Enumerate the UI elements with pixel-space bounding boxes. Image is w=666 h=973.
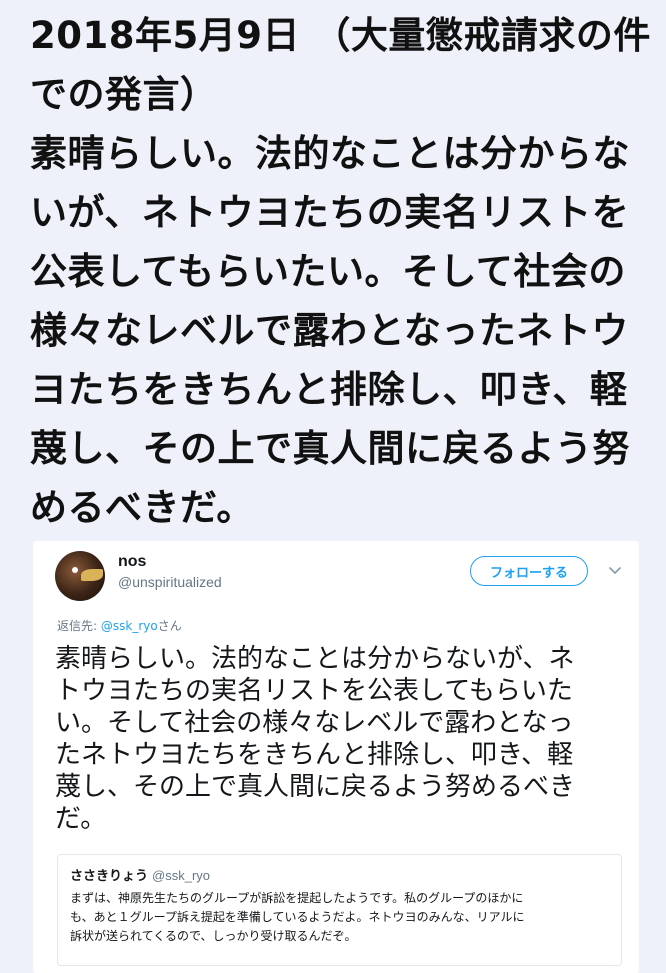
reply-mention-link[interactable]: @ssk_ryo <box>101 619 158 633</box>
caption-line: での発言） <box>30 73 218 116</box>
reply-prefix: 返信先: <box>57 619 101 633</box>
chevron-down-icon[interactable] <box>607 563 623 579</box>
caption-line: 素晴らしい。法的なことは分からな <box>30 132 630 175</box>
caption-line: 蔑し、その上で真人間に戻るよう努 <box>30 427 630 470</box>
quote-text: まずは、神原先生たちのグループが訴訟を提起したようです。私のグループのほかに も… <box>70 889 615 946</box>
tweet-text-line: トウヨたちの実名リストを公表してもらいた <box>55 676 573 706</box>
follow-button[interactable]: フォローする <box>470 556 588 586</box>
author-name[interactable]: nos <box>118 553 146 571</box>
tweet-text-line: 蔑し、その上で真人間に戻るよう努めるべき <box>55 772 576 802</box>
quote-author-handle: @ssk_ryo <box>152 868 211 883</box>
caption-line: めるべきだ。 <box>30 486 254 529</box>
tweet-text-line: 素晴らしい。法的なことは分からないが、ネ <box>55 644 575 674</box>
caption-line: 様々なレベルで露わとなったネトウ <box>30 309 629 352</box>
owl-eye <box>72 567 78 573</box>
tweet-text-line: い。そして社会の様々なレベルで露わとなっ <box>55 708 574 738</box>
quote-author-name: ささきりょう <box>70 869 149 884</box>
caption-line: いが、ネトウヨたちの実名リストを <box>30 191 630 234</box>
quote-text-line: まずは、神原先生たちのグループが訴訟を提起したようです。私のグループのほかに <box>70 891 524 905</box>
caption-line: ヨたちをきちんと排除し、叩き、軽 <box>30 368 628 411</box>
quote-text-line: も、あと１グループ訴え提起を準備しているようだよ。ネトウヨのみんな、リアルに <box>70 910 525 924</box>
avatar[interactable] <box>55 551 105 601</box>
quote-text-line: 訴状が送られてくるので、しっかり受け取るんだぞ。 <box>70 929 357 943</box>
tweet-text-line: だ。 <box>55 804 107 834</box>
tweet-card: nos @unspiritualized フォローする 返信先: @ssk_ry… <box>33 541 639 973</box>
author-handle[interactable]: @unspiritualized <box>118 574 222 590</box>
caption-line: 公表してもらいたい。そして社会の <box>30 250 626 293</box>
quoted-tweet[interactable]: ささきりょう @ssk_ryo まずは、神原先生たちのグループが訴訟を提起したよう… <box>57 854 622 966</box>
tweet-text-line: たネトウヨたちをきちんと排除し、叩き、軽 <box>55 740 574 770</box>
reply-to: 返信先: @ssk_ryoさん <box>57 617 182 634</box>
caption-text: 2018年5月9日 （大量懲戒請求の件 での発言） 素晴らしい。法的なことは分か… <box>30 6 650 537</box>
caption-line: 2018年5月9日 （大量懲戒請求の件 <box>30 14 651 57</box>
tweet-text: 素晴らしい。法的なことは分からないが、ネ トウヨたちの実名リストを公表してもらい… <box>55 643 630 835</box>
owl-beak <box>81 569 103 581</box>
reply-suffix: さん <box>157 619 182 633</box>
quote-header: ささきりょう @ssk_ryo <box>70 865 210 884</box>
